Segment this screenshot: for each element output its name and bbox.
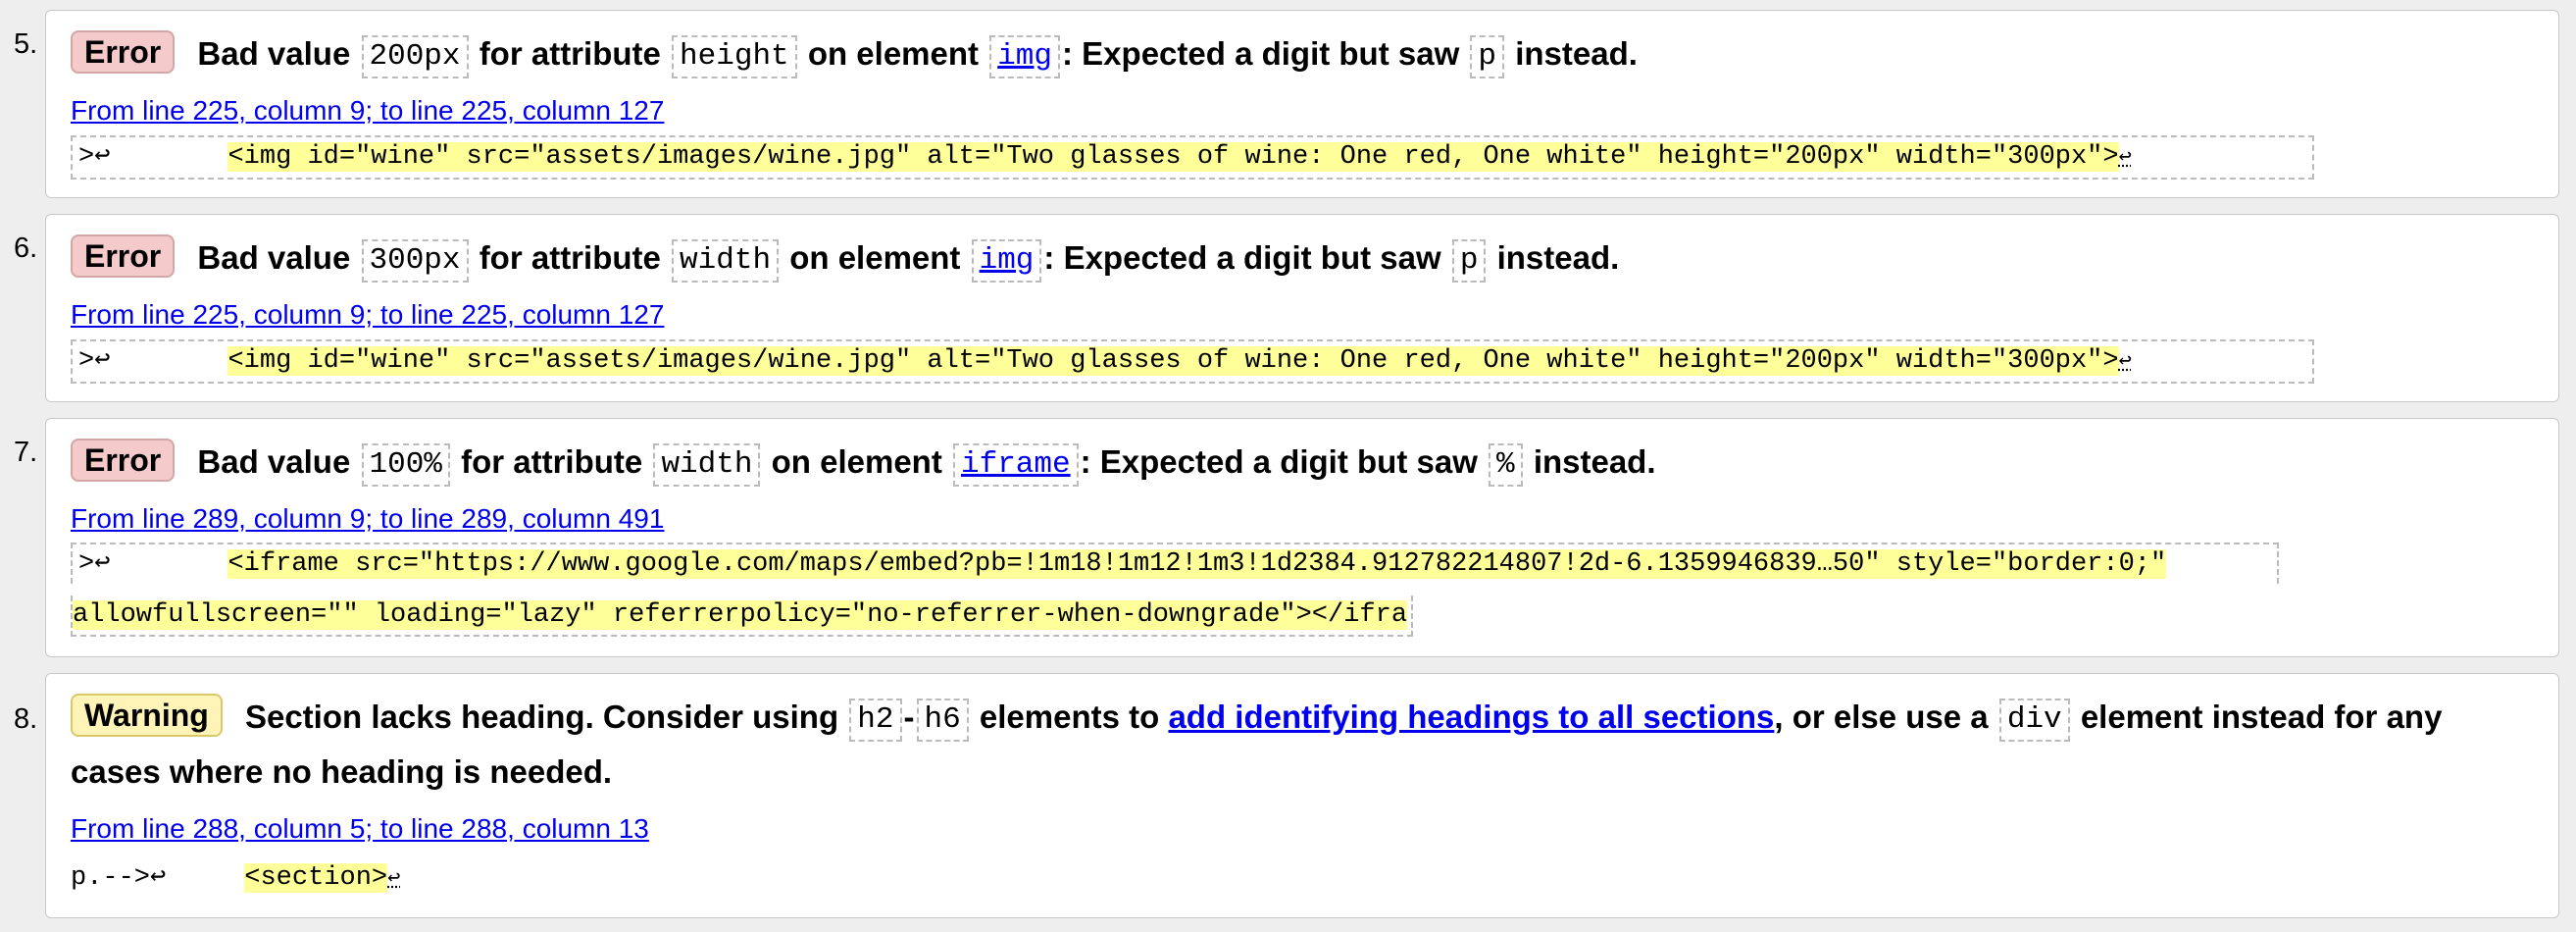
extract-highlight: <img id="wine" src="assets/images/wine.j… bbox=[227, 142, 2119, 172]
message-part: on element bbox=[771, 443, 942, 480]
element-link[interactable]: img bbox=[997, 39, 1052, 74]
extract-suffix: ↩ bbox=[2118, 349, 2132, 374]
message-part: Bad value bbox=[197, 35, 351, 72]
message-part: for attribute bbox=[479, 239, 661, 276]
div-code: div bbox=[1998, 699, 2070, 742]
attribute-code: height bbox=[672, 35, 797, 78]
location-link[interactable]: From line 225, column 9; to line 225, co… bbox=[71, 93, 664, 129]
attribute-code: width bbox=[653, 443, 761, 487]
attribute-code: width bbox=[672, 239, 780, 283]
message-card: Error Bad value 300px for attribute widt… bbox=[45, 214, 2559, 402]
message-text: Error Bad value 200px for attribute heig… bbox=[71, 26, 2534, 81]
saw-code: % bbox=[1489, 443, 1523, 487]
code-extract-line: >↩ <iframe src="https://www.google.com/ma… bbox=[71, 543, 2279, 584]
message-number: 7. bbox=[14, 437, 38, 468]
bad-value-code: 300px bbox=[361, 239, 469, 283]
extract-suffix: ↩ bbox=[2118, 145, 2132, 170]
message-part: instead. bbox=[1533, 443, 1656, 480]
message-part: : Expected a digit but saw bbox=[1080, 443, 1478, 480]
extract-prefix: >↩ bbox=[78, 549, 111, 579]
message-number: 8. bbox=[14, 703, 38, 735]
message-part: Bad value bbox=[197, 239, 351, 276]
heading-code: h2 bbox=[849, 699, 902, 742]
message-part: instead. bbox=[1496, 239, 1620, 276]
bad-value-code: 200px bbox=[361, 35, 469, 78]
saw-code: p bbox=[1470, 35, 1505, 78]
message-text: Warning Section lacks heading. Consider … bbox=[71, 690, 2534, 800]
location-link[interactable]: From line 289, column 9; to line 289, co… bbox=[71, 501, 664, 537]
message-part: on element bbox=[789, 239, 961, 276]
element-link[interactable]: img bbox=[980, 243, 1035, 278]
message-text: Error Bad value 300px for attribute widt… bbox=[71, 231, 2534, 285]
warning-badge: Warning bbox=[71, 694, 223, 737]
extract-highlight: <section> bbox=[244, 863, 388, 893]
element-link[interactable]: iframe bbox=[961, 447, 1071, 482]
bad-value-code: 100% bbox=[361, 443, 450, 487]
message-part: , or else use a bbox=[1774, 699, 1989, 735]
message-part: on element bbox=[807, 35, 980, 72]
message-part: Section lacks heading. Consider using bbox=[244, 699, 839, 735]
extract-highlight: <img id="wine" src="assets/images/wine.j… bbox=[227, 346, 2119, 376]
element-code: img bbox=[971, 239, 1042, 283]
message-number: 6. bbox=[14, 233, 38, 264]
extract-prefix: p.-->↩ bbox=[71, 863, 167, 893]
heading-code: h6 bbox=[916, 699, 969, 742]
message-part: for attribute bbox=[461, 443, 643, 480]
extract-highlight: <iframe src="https://www.google.com/maps… bbox=[227, 549, 2167, 579]
message-number: 5. bbox=[14, 28, 38, 60]
location-link[interactable]: From line 225, column 9; to line 225, co… bbox=[71, 297, 664, 333]
message-card: Warning Section lacks heading. Consider … bbox=[45, 673, 2559, 918]
code-extract-line: allowfullscreen="" loading="lazy" referr… bbox=[71, 595, 1414, 637]
error-badge: Error bbox=[71, 234, 176, 278]
dash: - bbox=[903, 699, 915, 735]
message-part: for attribute bbox=[479, 35, 661, 72]
message-list: 5. Error Bad value 200px for attribute h… bbox=[0, 0, 2576, 932]
location-link[interactable]: From line 288, column 5; to line 288, co… bbox=[71, 811, 649, 847]
extract-highlight: allowfullscreen="" loading="lazy" referr… bbox=[73, 600, 1408, 630]
message-part: instead. bbox=[1515, 35, 1638, 72]
extract-prefix: >↩ bbox=[78, 346, 111, 376]
code-extract: >↩ <img id="wine" src="assets/images/wine… bbox=[71, 135, 2314, 180]
message-text: Error Bad value 100% for attribute width… bbox=[71, 435, 2534, 490]
code-extract: >↩ <img id="wine" src="assets/images/wine… bbox=[71, 339, 2314, 384]
message-part: elements to bbox=[979, 699, 1160, 735]
element-code: img bbox=[989, 35, 1061, 78]
message-part: Bad value bbox=[197, 443, 351, 480]
message-card: Error Bad value 200px for attribute heig… bbox=[45, 10, 2559, 198]
extract-prefix: >↩ bbox=[78, 142, 111, 172]
element-code: iframe bbox=[953, 443, 1079, 487]
code-extract: p.-->↩ <section>↩ bbox=[71, 858, 400, 899]
message-card: Error Bad value 100% for attribute width… bbox=[45, 418, 2559, 657]
extract-suffix: ↩ bbox=[387, 866, 401, 891]
error-badge: Error bbox=[71, 439, 176, 482]
message-part: : Expected a digit but saw bbox=[1043, 239, 1441, 276]
saw-code: p bbox=[1451, 239, 1487, 283]
headings-help-link[interactable]: add identifying headings to all sections bbox=[1168, 699, 1774, 735]
message-part: : Expected a digit but saw bbox=[1062, 35, 1460, 72]
error-badge: Error bbox=[71, 30, 176, 74]
